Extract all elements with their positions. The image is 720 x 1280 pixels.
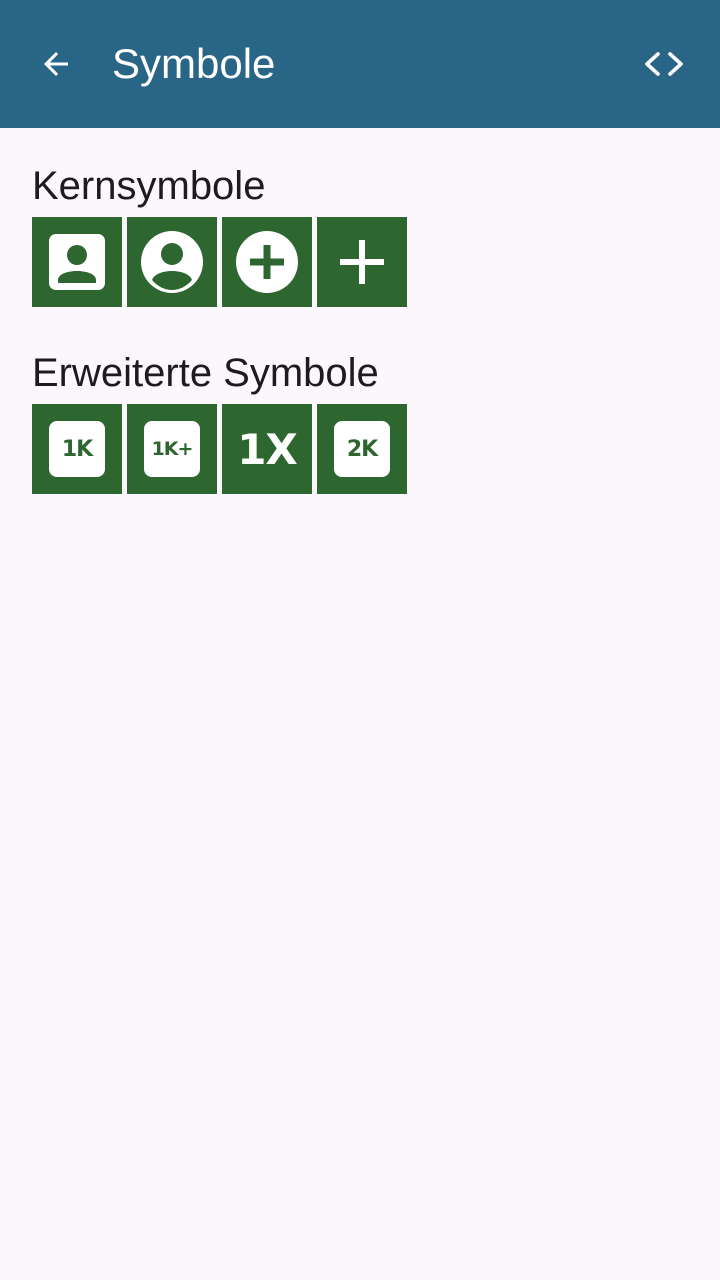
icon-tile-plus[interactable]: [317, 217, 407, 307]
icon-tile-2k[interactable]: 2K: [317, 404, 407, 494]
icon-row: 1K 1K+ 1X 2K: [32, 404, 412, 494]
icon-tile-1x[interactable]: 1X: [222, 404, 312, 494]
icon-tile-add-circle[interactable]: [222, 217, 312, 307]
section-extended-symbols: Erweiterte Symbole 1K 1K+ 1X 2K: [32, 349, 412, 494]
add-circle-icon: [236, 231, 298, 293]
icon-tile-1k-plus[interactable]: 1K+: [127, 404, 217, 494]
account-circle-icon: [141, 231, 203, 293]
2k-icon: 2K: [334, 421, 390, 477]
icon-glyph-label: 2K: [346, 436, 378, 462]
icon-glyph-label: 1K+: [151, 438, 194, 460]
icon-row: [32, 217, 412, 307]
section-core-symbols: Kernsymbole: [32, 162, 412, 307]
1k-icon: 1K: [49, 421, 105, 477]
arrow-left-icon: [44, 52, 68, 76]
top-app-bar: Symbole: [0, 0, 720, 128]
1x-icon: 1X: [237, 424, 298, 474]
section-title: Erweiterte Symbole: [32, 351, 379, 395]
code-brackets-icon: [645, 52, 683, 76]
plus-icon: [340, 240, 384, 284]
back-button[interactable]: [26, 34, 86, 94]
icon-tile-contact-card[interactable]: [32, 217, 122, 307]
code-view-button[interactable]: [634, 34, 694, 94]
contact-card-icon: [49, 234, 105, 290]
1k-plus-icon: 1K+: [144, 421, 200, 477]
icon-glyph-label: 1K: [61, 436, 93, 462]
page-title: Symbole: [112, 40, 276, 87]
icon-tile-1k[interactable]: 1K: [32, 404, 122, 494]
icon-tile-account-circle[interactable]: [127, 217, 217, 307]
section-title: Kernsymbole: [32, 164, 266, 208]
